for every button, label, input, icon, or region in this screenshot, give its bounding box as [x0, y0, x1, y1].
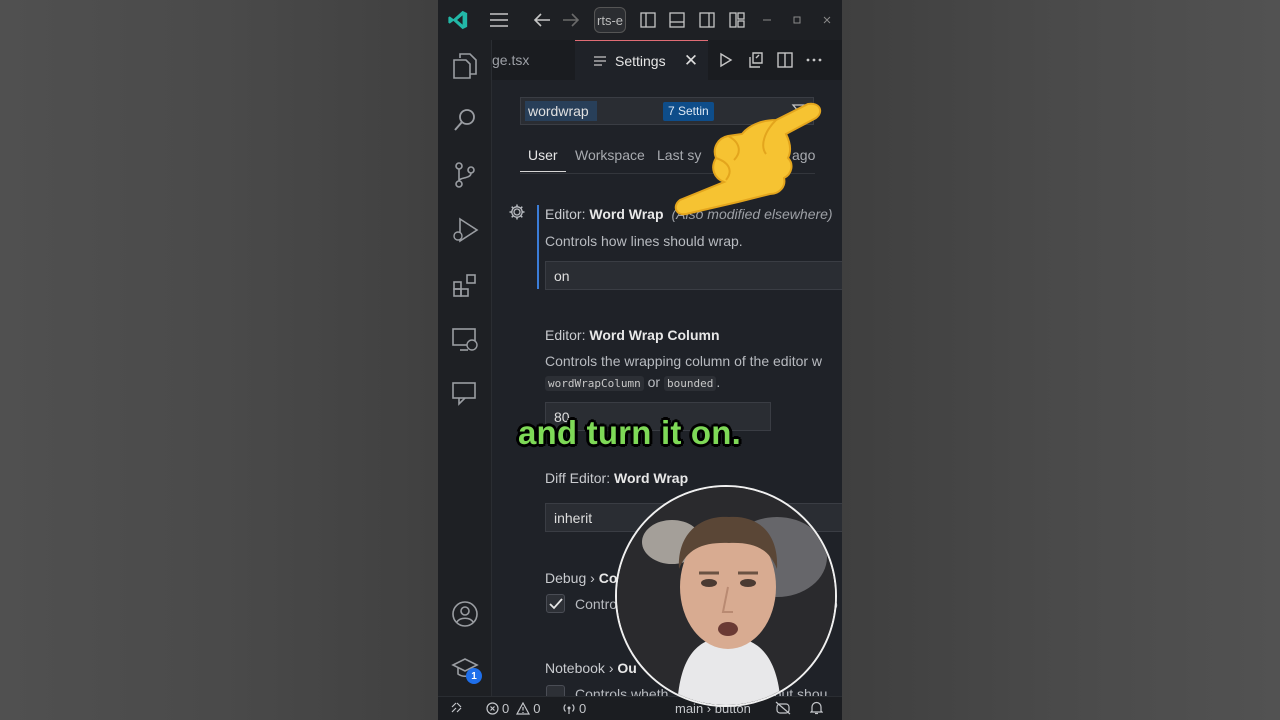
setting-category: Notebook › [545, 660, 618, 676]
settings-list-icon [594, 55, 606, 66]
copilot-disabled-icon[interactable] [775, 701, 791, 715]
command-center-search[interactable]: rts-e [594, 7, 626, 33]
select-value: on [554, 268, 570, 284]
warning-count: 0 [533, 701, 541, 716]
status-bar: 0 0 0 main › button [438, 696, 842, 720]
period-text: . [716, 374, 721, 390]
tab-user[interactable]: User [528, 147, 558, 163]
ports-count: 0 [579, 701, 587, 716]
remote-explorer-icon[interactable] [451, 326, 479, 354]
title-bar: rts-e [438, 0, 842, 40]
setting-description: Controls how lines should wrap. [545, 233, 743, 249]
toggle-panel-icon[interactable] [665, 8, 689, 32]
back-arrow-icon[interactable] [530, 8, 554, 32]
checkbox-label: Controls wheth [575, 686, 669, 696]
ports-indicator[interactable]: 0 [562, 701, 586, 716]
minimize-icon[interactable] [755, 8, 779, 32]
setting-title-diff-word-wrap: Diff Editor: Word Wrap [545, 470, 688, 486]
search-value: wordwrap [528, 103, 589, 119]
setting-title-word-wrap-column: Editor: Word Wrap Column [545, 327, 720, 343]
active-scope-underline [520, 171, 566, 172]
background-right [842, 0, 1280, 720]
setting-category: Editor: [545, 327, 590, 343]
run-icon[interactable] [715, 50, 737, 70]
source-control-icon[interactable] [451, 161, 479, 189]
notifications-bell-icon[interactable] [810, 701, 823, 715]
accounts-icon[interactable] [451, 600, 479, 628]
search-icon[interactable] [451, 106, 479, 134]
close-icon[interactable] [815, 8, 839, 32]
tab-label: ge.tsx [492, 52, 530, 68]
setting-name: Word Wrap [614, 470, 689, 486]
activity-bar: 1 [438, 40, 492, 696]
run-debug-icon[interactable] [451, 216, 479, 244]
pointing-hand-icon [674, 102, 822, 216]
debug-checkbox[interactable] [546, 594, 565, 613]
checkbox-label: Contro [575, 596, 618, 612]
open-settings-json-icon[interactable] [745, 50, 767, 70]
modified-indicator [537, 205, 539, 289]
tab-workspace[interactable]: Workspace [575, 147, 645, 163]
chat-icon[interactable] [451, 380, 479, 408]
setting-name: Co [598, 570, 618, 586]
customize-layout-icon[interactable] [725, 8, 749, 32]
or-text: or [647, 374, 661, 390]
remote-indicator-icon[interactable] [450, 701, 463, 714]
setting-category: Editor: [545, 206, 590, 222]
extensions-icon[interactable] [451, 271, 479, 299]
error-icon [486, 702, 499, 715]
word-wrap-select[interactable]: on [545, 261, 842, 290]
maximize-icon[interactable] [785, 8, 809, 32]
select-value: inherit [554, 510, 593, 526]
code-chip: bounded [663, 376, 717, 391]
tab-settings[interactable]: Settings ✕ [575, 40, 708, 80]
setting-category: Diff Editor: [545, 470, 614, 486]
setting-title-notebook: Notebook › Ou [545, 660, 637, 676]
editor-tab-bar: ge.tsx Settings ✕ [492, 40, 842, 80]
setting-name: Ou [617, 660, 637, 676]
tab-label: Settings [615, 52, 666, 69]
problems-indicator[interactable]: 0 0 [486, 701, 540, 716]
webcam-overlay [615, 485, 837, 707]
vscode-logo-icon [446, 8, 470, 32]
setting-name: Word Wrap Column [589, 327, 720, 343]
setting-title-debug: Debug › Co [545, 570, 617, 586]
background-left [0, 0, 438, 720]
toggle-primary-sidebar-icon[interactable] [636, 8, 660, 32]
split-editor-icon[interactable] [774, 50, 796, 70]
error-count: 0 [502, 701, 510, 716]
presenter-face-image [617, 487, 835, 705]
menu-icon[interactable] [487, 8, 511, 32]
gear-icon[interactable] [508, 203, 526, 221]
explorer-icon[interactable] [451, 52, 479, 80]
notification-badge: 1 [466, 668, 482, 684]
setting-category: Debug › [545, 570, 599, 586]
toggle-secondary-sidebar-icon[interactable] [695, 8, 719, 32]
notebook-checkbox[interactable] [546, 685, 565, 696]
code-chip: wordWrapColumn [545, 376, 644, 391]
vscode-window: rts-e 1 ge.tsx Settings ✕ wordwrap 7 Set… [438, 0, 842, 720]
checkmark-icon [548, 597, 563, 609]
setting-description-line2: wordWrapColumn or bounded. [545, 374, 721, 391]
setting-description: Controls the wrapping column of the edit… [545, 353, 823, 369]
warning-icon [516, 702, 531, 715]
command-center-text: rts-e [597, 12, 623, 28]
forward-arrow-icon[interactable] [559, 8, 583, 32]
tab-close-icon[interactable]: ✕ [682, 51, 700, 70]
more-actions-icon[interactable] [803, 50, 825, 70]
tab-page-tsx[interactable]: ge.tsx [492, 40, 575, 80]
setting-name: Word Wrap [589, 206, 664, 222]
broadcast-icon [563, 704, 575, 714]
video-caption: and turn it on. [518, 414, 741, 451]
